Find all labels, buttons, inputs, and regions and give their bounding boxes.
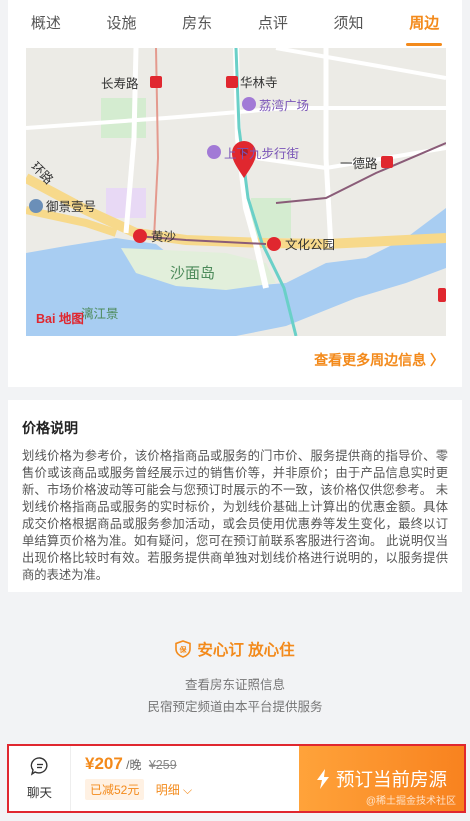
lightning-icon (316, 768, 329, 789)
nearby-map[interactable]: 长寿路 华林寺 荔湾广场 上下九步行街 一德路 环路 御景壹号 黄沙 文化公园 … (26, 48, 446, 336)
tab-host[interactable]: 房东 (159, 0, 235, 50)
map-label-shangxiajiu: 上下九步行街 (224, 147, 299, 161)
original-price: ¥259 (148, 758, 177, 772)
tab-bar: 概述 设施 房东 点评 须知 周边 (8, 0, 462, 50)
watermark: @稀土掘金技术社区 (365, 796, 456, 807)
tab-notice[interactable]: 须知 (311, 0, 387, 50)
map-label-yujing: 御景壹号 (46, 199, 96, 214)
assurance-title-row: 保 安心订 放心住 (0, 638, 470, 660)
discount-badge: 已减52元 (85, 779, 145, 800)
map-label-yide: 一德路 (340, 156, 378, 171)
assurance-title: 安心订 放心住 (197, 642, 295, 659)
map-label-changshou: 长寿路 (101, 76, 139, 91)
baidu-map-logo: Bai 地图 (36, 311, 84, 326)
price-summary: ¥207 /晚 ¥259 已减52元 明细 ⌵ (71, 746, 299, 811)
map-label-hualin: 华林寺 (240, 75, 278, 90)
chat-bubble-icon (30, 757, 48, 776)
map-label-shamian: 沙面岛 (170, 265, 215, 282)
price-explanation-title: 价格说明 (22, 420, 78, 436)
assurance-section: 保 安心订 放心住 查看房东证照信息 民宿预定频道由本平台提供服务 (0, 600, 470, 740)
book-now-button[interactable]: 预订当前房源 @稀土掘金技术社区 (299, 746, 464, 811)
map-label-huangsha: 黄沙 (151, 230, 177, 244)
book-now-label: 预订当前房源 (335, 768, 447, 790)
tab-overview[interactable]: 概述 (8, 0, 84, 50)
top-card: 概述 设施 房东 点评 须知 周边 长寿路 华林寺 荔湾广场 上下九步行街 一德… (8, 0, 462, 387)
chevron-down-icon: ⌵ (179, 783, 193, 797)
map-label-liwan: 荔湾广场 (259, 98, 309, 113)
host-license-link[interactable]: 查看房东证照信息 (0, 674, 470, 693)
price-explanation-card: 价格说明 划线价格为参考价，该价格指商品或服务的门市价、服务提供商的指导价、零售… (8, 400, 462, 592)
chat-label: 聊天 (26, 786, 52, 800)
price-detail-label: 明细 (155, 783, 180, 797)
per-night-label: /晚 (126, 758, 142, 772)
svg-text:保: 保 (179, 645, 188, 654)
shield-icon: 保 (175, 640, 192, 658)
booking-bar: 聊天 ¥207 /晚 ¥259 已减52元 明细 ⌵ 预订当前房源 @稀土掘金技… (7, 744, 466, 813)
current-price: ¥207 (85, 754, 123, 773)
chat-button[interactable]: 聊天 (9, 746, 71, 811)
platform-service-note: 民宿预定频道由本平台提供服务 (147, 700, 323, 714)
tab-reviews[interactable]: 点评 (235, 0, 311, 50)
map-label-wenhua: 文化公园 (285, 237, 335, 252)
more-nearby-link[interactable]: 查看更多周边信息 〉 (314, 350, 444, 370)
price-explanation-body: 划线价格为参考价，该价格指商品或服务的门市价、服务提供商的指导价、零售价或该商品… (22, 449, 448, 582)
tab-nearby[interactable]: 周边 (386, 0, 462, 50)
map-label-lijiang: 漓江景 (81, 306, 119, 321)
tab-facilities[interactable]: 设施 (84, 0, 160, 50)
price-detail-toggle[interactable]: 明细 ⌵ (156, 783, 192, 797)
